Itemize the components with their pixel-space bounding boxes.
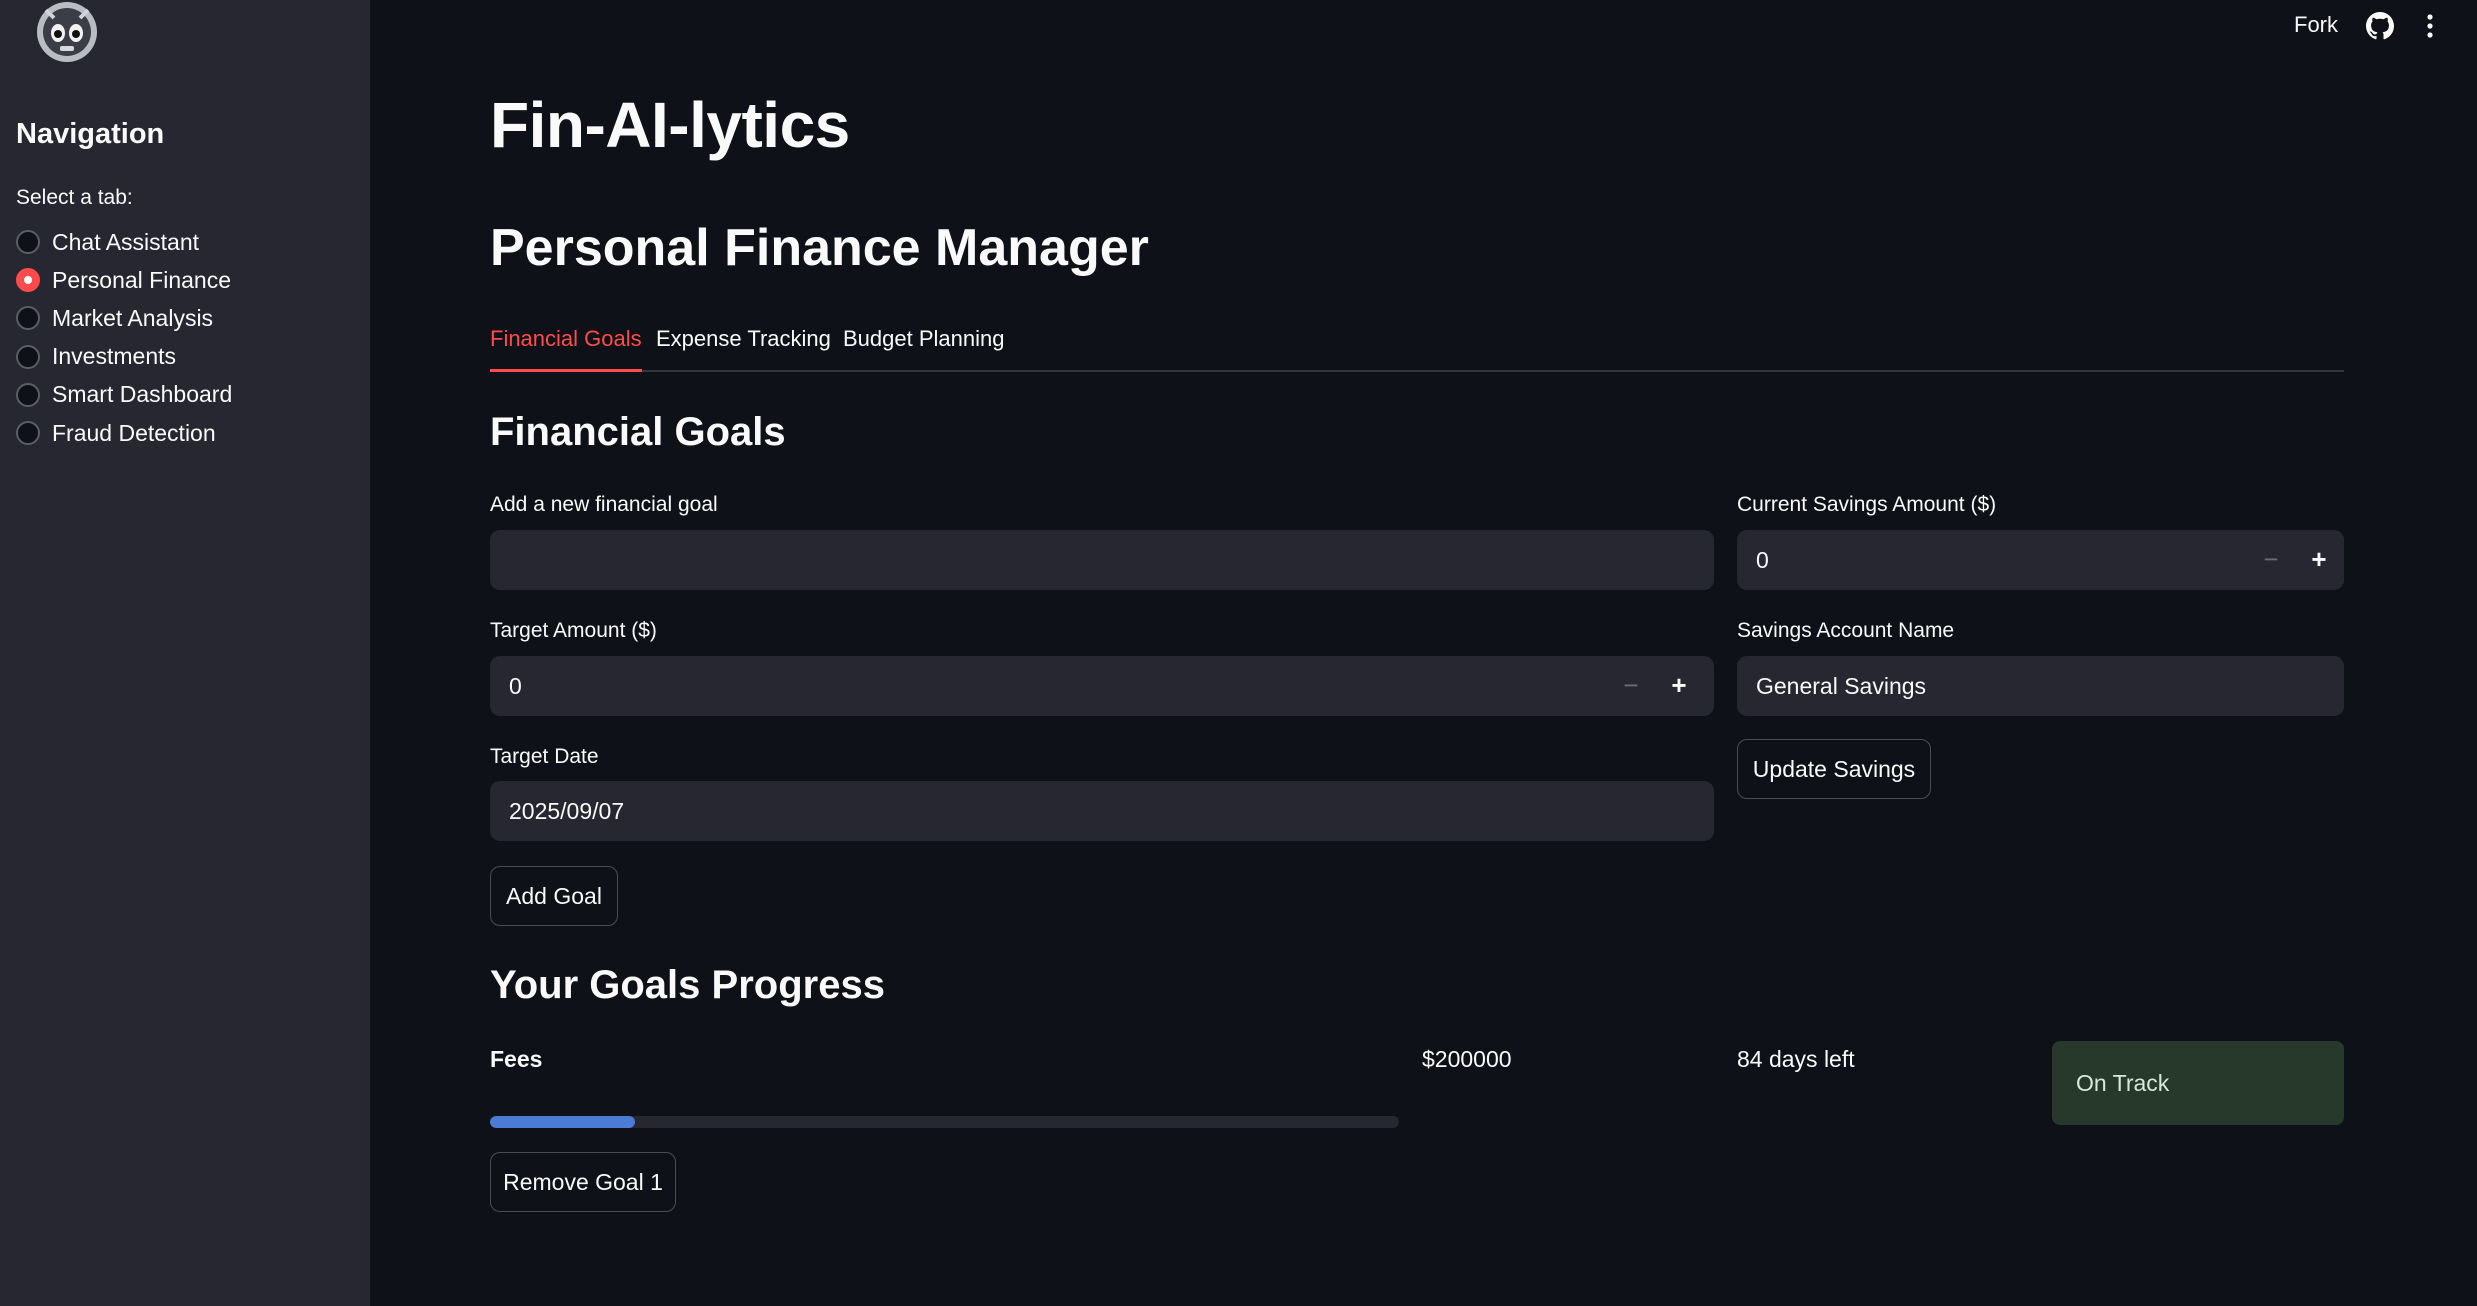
nav-item-label: Personal Finance	[52, 266, 231, 293]
goal-name: Fees	[490, 1046, 543, 1072]
target-amount-label: Target Amount ($)	[490, 619, 657, 642]
sidebar-title: Navigation	[16, 118, 165, 150]
nav-item-investments[interactable]: Investments	[16, 338, 232, 376]
radio-market-analysis[interactable]	[16, 306, 40, 331]
account-name-input[interactable]: General Savings	[1737, 656, 2344, 716]
current-savings-label: Current Savings Amount ($)	[1737, 493, 1997, 516]
github-icon[interactable]	[2366, 12, 2394, 40]
radio-chat-assistant[interactable]	[16, 230, 40, 255]
savings-decrement-button[interactable]: −	[2247, 530, 2295, 590]
more-menu-icon[interactable]	[2422, 12, 2438, 40]
section-title: Financial Goals	[490, 410, 786, 454]
current-savings-stepper[interactable]: 0 − +	[1737, 530, 2344, 590]
status-badge: On Track	[2052, 1041, 2344, 1125]
goal-days-left: 84 days left	[1737, 1046, 1855, 1072]
target-amount-value[interactable]: 0	[509, 656, 522, 716]
target-amount-stepper[interactable]: 0 − +	[490, 656, 1714, 716]
tab-select-label: Select a tab:	[16, 186, 133, 209]
nav-item-label: Market Analysis	[52, 304, 214, 331]
page-title: Personal Finance Manager	[490, 219, 1149, 277]
goal-input[interactable]	[490, 530, 1714, 590]
nav-item-label: Fraud Detection	[52, 419, 216, 446]
radio-fraud-detection[interactable]	[16, 421, 40, 446]
nav-radio-group: Chat Assistant Personal Finance Market A…	[16, 223, 232, 452]
target-date-input[interactable]: 2025/09/07	[490, 781, 1714, 841]
goals-progress-title: Your Goals Progress	[490, 963, 885, 1007]
nav-item-personal-finance[interactable]: Personal Finance	[16, 261, 232, 299]
target-date-label: Target Date	[490, 745, 599, 768]
radio-smart-dashboard[interactable]	[16, 382, 40, 407]
nav-item-fraud-detection[interactable]: Fraud Detection	[16, 414, 232, 452]
fork-button[interactable]: Fork	[2294, 12, 2338, 38]
target-increment-button[interactable]: +	[1655, 656, 1703, 716]
remove-goal-button[interactable]: Remove Goal 1	[490, 1152, 676, 1212]
tab-budget-planning[interactable]: Budget Planning	[843, 322, 1004, 372]
logo-icon	[37, 2, 97, 62]
radio-personal-finance[interactable]	[16, 268, 40, 293]
radio-investments[interactable]	[16, 344, 40, 369]
add-goal-button[interactable]: Add Goal	[490, 866, 618, 926]
tab-financial-goals[interactable]: Financial Goals	[490, 322, 642, 372]
goal-amount: $200000	[1422, 1046, 1512, 1072]
nav-item-label: Investments	[52, 343, 176, 370]
update-savings-button[interactable]: Update Savings	[1737, 739, 1931, 799]
nav-item-chat-assistant[interactable]: Chat Assistant	[16, 223, 232, 261]
nav-item-market-analysis[interactable]: Market Analysis	[16, 299, 232, 337]
goal-progress-fill	[490, 1116, 636, 1128]
tab-expense-tracking[interactable]: Expense Tracking	[656, 322, 831, 372]
nav-item-label: Smart Dashboard	[52, 381, 233, 408]
nav-item-label: Chat Assistant	[52, 228, 200, 255]
account-name-label: Savings Account Name	[1737, 619, 1955, 642]
current-savings-value[interactable]: 0	[1756, 530, 1769, 590]
tab-bar: Financial Goals Expense Tracking Budget …	[490, 322, 2344, 372]
target-decrement-button[interactable]: −	[1607, 656, 1655, 716]
goal-field-label: Add a new financial goal	[490, 493, 718, 516]
sidebar: Navigation Select a tab: Chat Assistant …	[0, 0, 370, 1306]
app-title: Fin-AI-lytics	[490, 89, 850, 161]
goal-progress-bar	[490, 1116, 1399, 1128]
nav-item-smart-dashboard[interactable]: Smart Dashboard	[16, 376, 232, 414]
savings-increment-button[interactable]: +	[2295, 530, 2343, 590]
